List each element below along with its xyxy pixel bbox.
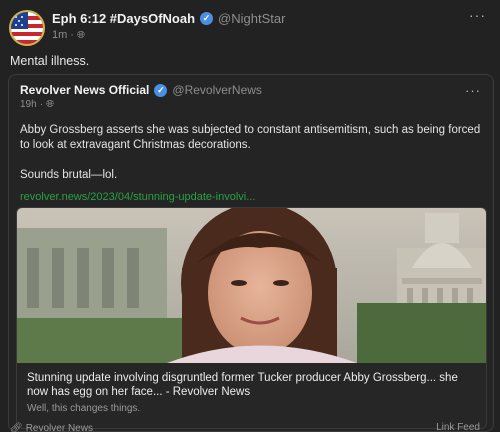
avatar[interactable] [9,10,45,46]
post-author: Eph 6:12 #DaysOfNoah ✓ @NightStar [52,11,285,26]
preview-image [17,208,486,363]
author-handle[interactable]: @NightStar [218,11,285,26]
quoted-author-name[interactable]: Revolver News Official [20,83,149,97]
separator: · [39,99,44,110]
footer-source-label: Revolver News [25,422,93,432]
quoted-author: Revolver News Official ✓ @RevolverNews [20,83,262,97]
quoted-body-line: Sounds brutal—lol. [20,169,118,181]
author-name[interactable]: Eph 6:12 #DaysOfNoah [52,11,195,26]
separator: · [70,29,74,41]
post-footer: 🔗︎ Revolver News Link Feed [10,422,480,432]
quoted-author-handle[interactable]: @RevolverNews [172,83,262,97]
post: Eph 6:12 #DaysOfNoah ✓ @NightStar 1m · 🌐… [0,0,500,432]
link-icon: 🔗︎ [10,422,23,432]
verified-badge-icon: ✓ [200,12,214,25]
more-options-icon[interactable]: ··· [469,8,486,22]
footer-source[interactable]: 🔗︎ Revolver News [10,422,93,432]
footer-right-label[interactable]: Link Feed [436,422,480,432]
globe-icon: 🌐︎ [46,99,55,110]
globe-icon: 🌐︎ [76,29,85,41]
quoted-body-line: Abby Grossberg asserts she was subjected… [20,124,481,151]
more-options-icon[interactable]: ··· [465,83,481,98]
post-meta: 1m · 🌐︎ [52,29,85,41]
quoted-body: Abby Grossberg asserts she was subjected… [20,123,482,198]
post-time[interactable]: 1m [52,29,67,41]
quoted-time[interactable]: 19h [20,99,37,110]
card-description: Well, this changes things. [27,403,141,414]
quoted-link[interactable]: revolver.news/2023/04/stunning-update-in… [20,191,255,203]
quoted-post[interactable]: Revolver News Official ✓ @RevolverNews 1… [8,74,494,432]
verified-badge-icon: ✓ [154,83,168,97]
link-preview-card[interactable]: Stunning update involving disgruntled fo… [16,207,487,429]
card-title[interactable]: Stunning update involving disgruntled fo… [27,371,477,399]
quoted-meta: 19h · 🌐︎ [20,99,54,110]
post-text: Mental illness. [10,54,90,68]
flag-avatar-image [11,12,43,44]
